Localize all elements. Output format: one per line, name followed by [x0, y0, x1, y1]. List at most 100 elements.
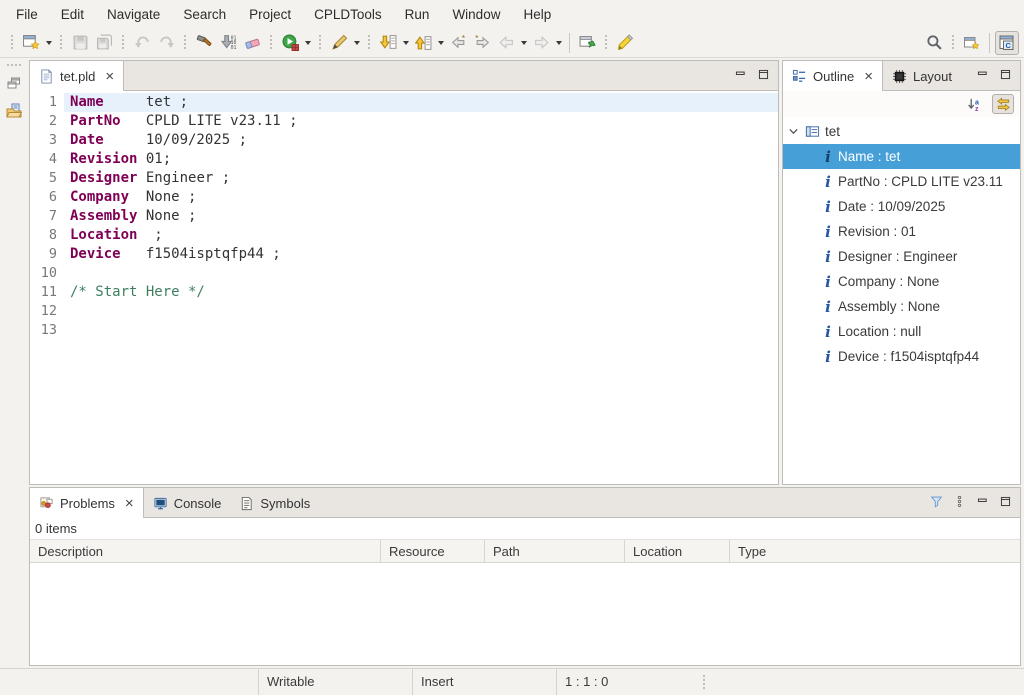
line-number[interactable]: 5 [30, 169, 57, 188]
view-bar-drag-handle[interactable] [6, 63, 22, 66]
outline-item[interactable]: iLocation : null [783, 319, 1020, 344]
redo-button[interactable] [154, 31, 178, 55]
outline-item[interactable]: iRevision : 01 [783, 219, 1020, 244]
line-number[interactable]: 10 [30, 264, 57, 283]
code-area[interactable]: Name tet ;PartNo CPLD LITE v23.11 ;Date … [64, 91, 778, 484]
maximize-icon[interactable] [757, 68, 770, 84]
code-line[interactable]: PartNo CPLD LITE v23.11 ; [64, 112, 778, 131]
link-with-editor-icon[interactable] [992, 94, 1014, 114]
previous-annotation-dropdown-icon[interactable] [435, 31, 446, 55]
program-device-button[interactable]: 011001 [216, 31, 240, 55]
run-dropdown-icon[interactable] [302, 31, 313, 55]
line-number[interactable]: 6 [30, 188, 57, 207]
code-line[interactable] [64, 321, 778, 340]
maximize-icon[interactable] [999, 68, 1012, 84]
code-editor[interactable]: 12345678910111213 Name tet ;PartNo CPLD … [30, 91, 778, 484]
minimize-icon[interactable] [734, 68, 747, 84]
minimize-icon[interactable] [976, 495, 989, 511]
toolbar-drag-handle[interactable] [318, 34, 322, 51]
search-icon[interactable] [922, 31, 946, 55]
code-line[interactable] [64, 264, 778, 283]
menu-search[interactable]: Search [174, 3, 235, 26]
code-line[interactable]: Assembly None ; [64, 207, 778, 226]
erase-button[interactable] [240, 31, 264, 55]
menu-run[interactable]: Run [396, 3, 439, 26]
menu-project[interactable]: Project [240, 3, 300, 26]
code-line[interactable] [64, 302, 778, 321]
menu-edit[interactable]: Edit [52, 3, 93, 26]
back-button[interactable] [494, 31, 518, 55]
code-line[interactable]: Name tet ; [64, 93, 778, 112]
toolbar-drag-handle[interactable] [183, 34, 187, 51]
column-header-path[interactable]: Path [485, 540, 625, 562]
undo-button[interactable] [130, 31, 154, 55]
code-line[interactable]: Designer Engineer ; [64, 169, 778, 188]
close-icon[interactable]: × [105, 69, 114, 84]
last-edit-location-button[interactable]: * [446, 31, 470, 55]
forward-button[interactable] [529, 31, 553, 55]
problems-table-body[interactable] [30, 563, 1020, 665]
code-line[interactable]: Location ; [64, 226, 778, 245]
column-header-resource[interactable]: Resource [381, 540, 485, 562]
tab-outline[interactable]: Outline× [783, 61, 883, 91]
maximize-icon[interactable] [999, 495, 1012, 511]
column-header-type[interactable]: Type [730, 540, 1020, 562]
code-line[interactable]: Company None ; [64, 188, 778, 207]
column-header-location[interactable]: Location [625, 540, 730, 562]
status-drag-handle[interactable] [702, 674, 706, 691]
code-line[interactable]: /* Start Here */ [64, 283, 778, 302]
next-edit-location-button[interactable]: * [470, 31, 494, 55]
line-number[interactable]: 3 [30, 131, 57, 150]
save-all-button[interactable] [92, 31, 116, 55]
line-number[interactable]: 12 [30, 302, 57, 321]
outline-root[interactable]: tet [783, 119, 1020, 144]
project-explorer-icon[interactable] [3, 100, 25, 122]
outline-item[interactable]: iDate : 10/09/2025 [783, 194, 1020, 219]
line-number[interactable]: 1 [30, 93, 57, 112]
new-wizard-button[interactable] [19, 31, 43, 55]
toolbar-drag-handle[interactable] [604, 34, 608, 51]
external-tools-button[interactable] [327, 31, 351, 55]
next-annotation-button[interactable] [376, 31, 400, 55]
code-line[interactable]: Date 10/09/2025 ; [64, 131, 778, 150]
next-annotation-dropdown-icon[interactable] [400, 31, 411, 55]
menu-window[interactable]: Window [443, 3, 509, 26]
open-perspective-button[interactable] [960, 31, 984, 55]
close-icon[interactable]: × [125, 496, 134, 511]
line-number[interactable]: 8 [30, 226, 57, 245]
menu-file[interactable]: File [7, 3, 47, 26]
code-line[interactable]: Device f1504isptqfp44 ; [64, 245, 778, 264]
toolbar-drag-handle[interactable] [269, 34, 273, 51]
code-line[interactable]: Revision 01; [64, 150, 778, 169]
close-icon[interactable]: × [864, 69, 873, 84]
minimize-icon[interactable] [976, 68, 989, 84]
view-menu-icon[interactable] [953, 495, 966, 511]
tab-layout[interactable]: Layout [883, 61, 961, 91]
outline-item[interactable]: iName : tet [783, 144, 1020, 169]
menu-navigate[interactable]: Navigate [98, 3, 169, 26]
outline-item[interactable]: iDesigner : Engineer [783, 244, 1020, 269]
line-number[interactable]: 7 [30, 207, 57, 226]
tab-problems[interactable]: Problems× [30, 488, 144, 518]
toolbar-drag-handle[interactable] [951, 34, 955, 51]
tab-tet-pld[interactable]: tet.pld× [30, 61, 124, 91]
cpld-perspective-button[interactable]: C [995, 31, 1019, 55]
previous-annotation-button[interactable] [411, 31, 435, 55]
back-dropdown-icon[interactable] [518, 31, 529, 55]
toolbar-drag-handle[interactable] [59, 34, 63, 51]
filter-icon[interactable] [930, 495, 943, 511]
outline-item[interactable]: iCompany : None [783, 269, 1020, 294]
external-tools-dropdown-icon[interactable] [351, 31, 362, 55]
sort-icon[interactable]: az [963, 94, 985, 114]
outline-item[interactable]: iDevice : f1504isptqfp44 [783, 344, 1020, 369]
outline-item[interactable]: iPartNo : CPLD LITE v23.11 [783, 169, 1020, 194]
toolbar-drag-handle[interactable] [367, 34, 371, 51]
run-button[interactable] [278, 31, 302, 55]
tab-symbols[interactable]: Symbols [230, 488, 319, 518]
menu-cpldtools[interactable]: CPLDTools [305, 3, 391, 26]
tab-console[interactable]: Console [144, 488, 231, 518]
save-button[interactable] [68, 31, 92, 55]
line-number[interactable]: 2 [30, 112, 57, 131]
column-header-description[interactable]: Description [30, 540, 381, 562]
line-number[interactable]: 11 [30, 283, 57, 302]
